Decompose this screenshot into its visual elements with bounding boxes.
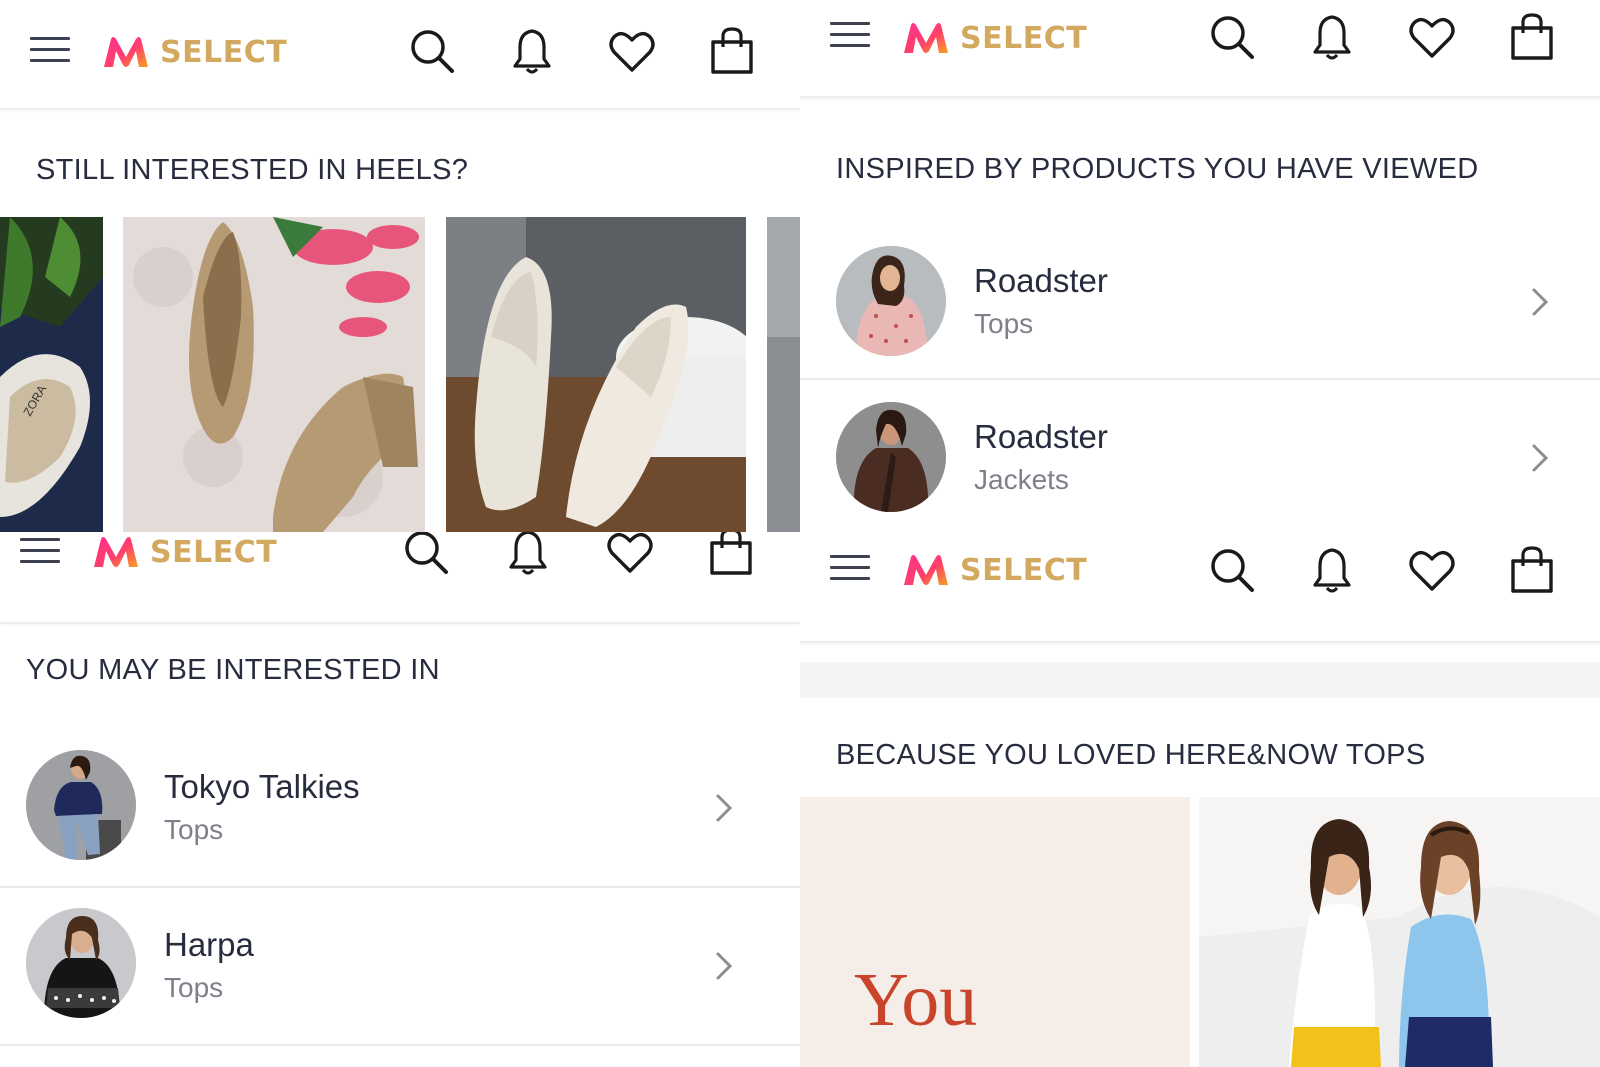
app-header: SELECT (0, 0, 800, 110)
menu-icon[interactable] (20, 538, 60, 564)
list-item[interactable]: Harpa Tops (0, 888, 800, 1046)
bell-icon[interactable] (502, 532, 554, 578)
brand-name: Roadster (974, 418, 1108, 455)
bag-icon[interactable] (705, 532, 757, 578)
section-divider (800, 662, 1600, 698)
heart-icon[interactable] (1406, 11, 1458, 63)
heart-icon[interactable] (604, 532, 656, 578)
app-header: SELECT (0, 532, 800, 624)
bag-icon[interactable] (1506, 11, 1558, 63)
chevron-right-icon (1530, 440, 1552, 476)
chevron-right-icon (1530, 284, 1552, 320)
product-thumbnail (836, 402, 946, 512)
chevron-right-icon (714, 948, 736, 984)
app-logo[interactable]: SELECT (902, 550, 1087, 590)
brand-text: SELECT (960, 552, 1088, 588)
bag-icon[interactable] (706, 25, 758, 77)
section-title: YOU MAY BE INTERESTED IN (26, 654, 440, 686)
product-card[interactable] (767, 217, 800, 532)
chevron-right-icon (714, 790, 736, 826)
promo-banner[interactable]: You (800, 797, 1190, 1067)
panel-top-right: SELECT INSPIRED BY PRODUCTS YOU HAVE VIE… (800, 0, 1600, 532)
search-icon[interactable] (400, 532, 452, 578)
category-label: Tops (164, 972, 224, 1003)
banner-text: You (854, 958, 978, 1042)
bell-icon[interactable] (506, 25, 558, 77)
product-thumbnail (26, 908, 136, 1018)
panel-bottom-left: SELECT YOU MAY BE INTERESTED IN Tokyo Ta… (0, 532, 800, 1067)
menu-icon[interactable] (830, 22, 870, 48)
app-header: SELECT (800, 0, 1600, 98)
app-logo[interactable]: SELECT (102, 32, 287, 72)
bell-icon[interactable] (1306, 544, 1358, 596)
product-thumbnail (26, 750, 136, 860)
myntra-logo-icon (102, 35, 150, 69)
menu-icon[interactable] (830, 555, 870, 581)
product-thumbnail (836, 246, 946, 356)
section-title: BECAUSE YOU LOVED HERE&NOW TOPS (836, 739, 1426, 771)
list-item[interactable]: Roadster Jackets (800, 380, 1600, 532)
section-title: INSPIRED BY PRODUCTS YOU HAVE VIEWED (836, 153, 1479, 185)
promo-image[interactable] (1199, 797, 1600, 1067)
brand-text: SELECT (160, 34, 288, 70)
brand-name: Roadster (974, 262, 1108, 299)
bag-icon[interactable] (1506, 544, 1558, 596)
category-label: Tops (974, 308, 1034, 339)
search-icon[interactable] (406, 25, 458, 77)
menu-icon[interactable] (30, 37, 70, 63)
bell-icon[interactable] (1306, 11, 1358, 63)
product-card[interactable]: ZORA (0, 217, 103, 532)
panel-bottom-right: SELECT BECAUSE YOU LOVED HERE&NOW TOPS Y… (800, 532, 1600, 1067)
heart-icon[interactable] (606, 25, 658, 77)
product-card[interactable] (123, 217, 425, 532)
brand-text: SELECT (960, 20, 1088, 56)
brand-text: SELECT (150, 534, 278, 570)
brand-name: Harpa (164, 926, 254, 963)
product-card[interactable] (446, 217, 746, 532)
app-header: SELECT (800, 532, 1600, 643)
app-logo[interactable]: SELECT (92, 532, 277, 572)
brand-name: Tokyo Talkies (164, 768, 360, 805)
category-label: Tops (164, 814, 224, 845)
list-item[interactable]: Roadster Tops (800, 224, 1600, 380)
section-title: STILL INTERESTED IN HEELS? (36, 154, 469, 186)
myntra-logo-icon (92, 535, 140, 569)
myntra-logo-icon (902, 21, 950, 55)
myntra-logo-icon (902, 553, 950, 587)
search-icon[interactable] (1206, 11, 1258, 63)
heart-icon[interactable] (1406, 544, 1458, 596)
search-icon[interactable] (1206, 544, 1258, 596)
list-item[interactable]: Tokyo Talkies Tops (0, 728, 800, 888)
panel-top-left: SELECT STILL INTERESTED IN HEELS? ZORA (0, 0, 800, 532)
app-logo[interactable]: SELECT (902, 18, 1087, 58)
category-label: Jackets (974, 464, 1069, 495)
